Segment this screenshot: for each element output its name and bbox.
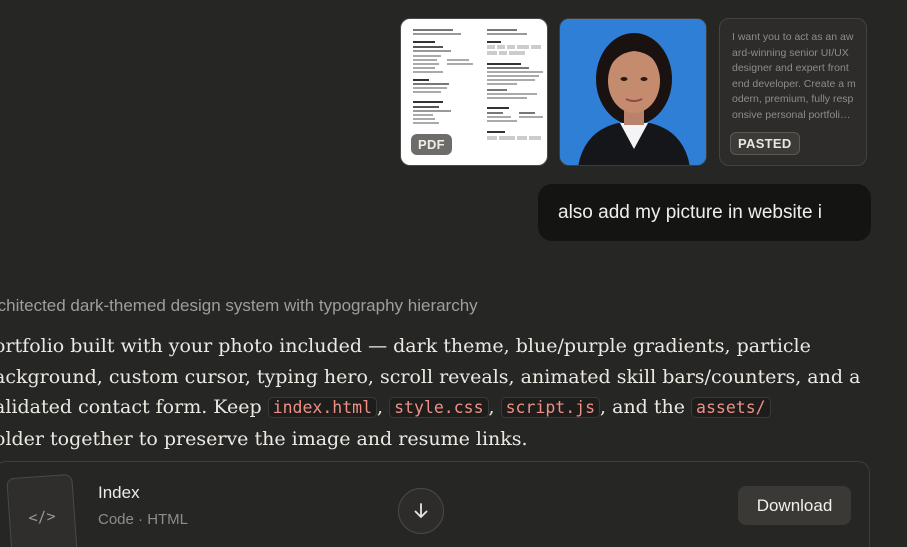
photo-attachment-thumbnail[interactable]	[559, 18, 707, 166]
response-line: alidated contact form. Keep index.html , …	[0, 392, 854, 424]
response-separator: ,	[488, 396, 495, 418]
pdf-badge: PDF	[411, 134, 452, 155]
artifact-subtitle: Code · HTML	[98, 511, 189, 528]
pasted-text-preview: I want you to act as an award-winning se…	[732, 31, 856, 121]
response-text: alidated contact form. Keep	[0, 396, 268, 418]
user-message-bubble: also add my picture in website i	[538, 184, 871, 241]
chat-view: PDF I want you to act as an award-winnin	[0, 0, 907, 547]
code-assets-folder: assets/	[691, 397, 771, 418]
download-button[interactable]: Download	[738, 486, 851, 525]
arrow-down-icon	[414, 503, 428, 518]
response-separator: ,	[377, 396, 384, 418]
thinking-summary[interactable]: rchitected dark-themed design system wit…	[0, 296, 478, 316]
response-line: ortfolio built with your photo included …	[0, 335, 811, 357]
scroll-to-bottom-button[interactable]	[398, 488, 444, 534]
assistant-response: ortfolio built with your photo included …	[0, 331, 861, 454]
response-line: ackground, custom cursor, typing hero, s…	[0, 365, 861, 388]
response-text: , and the	[600, 396, 692, 418]
code-brackets-icon: </>	[6, 473, 78, 547]
response-line: older together to preserve the image and…	[0, 427, 528, 450]
code-style-css: style.css	[389, 397, 489, 418]
pdf-attachment-thumbnail[interactable]: PDF	[400, 18, 548, 166]
artifact-title: Index	[98, 483, 140, 502]
code-index-html: index.html	[267, 397, 378, 418]
code-script-js: script.js	[500, 397, 601, 418]
user-message-text: also add my picture in website i	[558, 201, 823, 223]
pasted-text-attachment[interactable]: I want you to act as an award-winning se…	[719, 18, 867, 166]
profile-photo-image	[560, 19, 706, 165]
pasted-badge: PASTED	[730, 132, 800, 155]
